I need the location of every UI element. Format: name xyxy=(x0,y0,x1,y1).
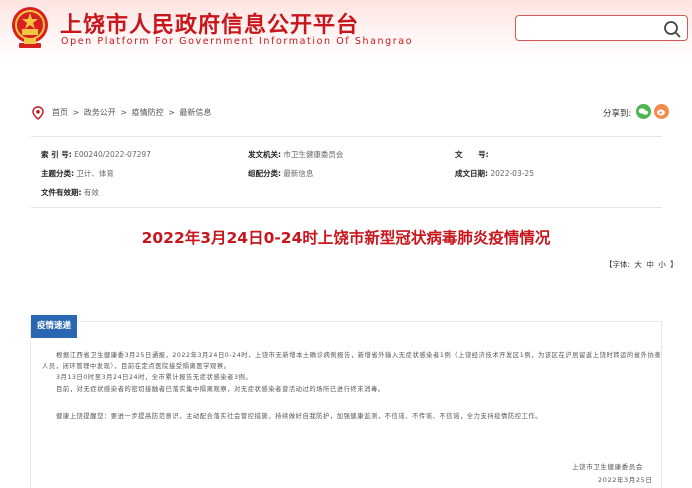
document-meta-table: 索 引 号: E00240/2022-07297 发文机关: 市卫生健康委员会 … xyxy=(31,136,662,208)
meta-category: 组配分类: 最新信息 xyxy=(248,169,314,178)
article-date: 2022年3月25日 xyxy=(598,476,653,484)
breadcrumb-epidemic[interactable]: 疫情防控 xyxy=(132,108,164,117)
article-content xyxy=(30,321,662,488)
article-signature: 上饶市卫生健康委员会 xyxy=(572,463,643,471)
breadcrumb-bar: 首页 > 政务公开 > 疫情防控 > 最新信息 分享到: xyxy=(4,96,688,132)
meta-validity: 文件有效期: 有效 xyxy=(41,188,99,197)
site-header: 上饶市人民政府信息公开平台 Open Platform For Governme… xyxy=(0,0,692,64)
font-size-switcher: 【字体: 大 中 小 】 xyxy=(604,259,679,270)
article-title: 2022年3月24日0-24时上饶市新型冠状病毒肺炎疫情情况 xyxy=(141,229,551,247)
font-size-medium-button[interactable]: 中 xyxy=(646,260,654,269)
national-emblem-icon xyxy=(12,7,48,48)
font-size-end: 】 xyxy=(670,260,678,269)
breadcrumb-separator: > xyxy=(168,108,175,117)
search-input[interactable] xyxy=(515,15,688,41)
breadcrumb: 首页 > 政务公开 > 疫情防控 > 最新信息 xyxy=(52,107,213,118)
location-pin-icon xyxy=(32,106,44,120)
article-paragraph: 目前，对无症状感染者的密切接触者已落实集中隔离观察，对无症状感染者曾活动过的场所… xyxy=(56,386,385,393)
breadcrumb-gov-affairs[interactable]: 政务公开 xyxy=(84,108,116,117)
meta-issuer: 发文机关: 市卫生健康委员会 xyxy=(248,150,344,159)
meta-index-no: 索 引 号: E00240/2022-07297 xyxy=(41,150,151,159)
search-icon[interactable] xyxy=(663,20,681,38)
font-size-large-button[interactable]: 大 xyxy=(634,260,642,269)
meta-created-date: 成文日期: 2022-03-25 xyxy=(455,169,534,178)
breadcrumb-separator: > xyxy=(120,108,128,117)
breadcrumb-latest[interactable]: 最新信息 xyxy=(179,108,211,117)
article-paragraph: 健康上饶提醒您：要进一步提高防范意识，主动配合落实社会管控措施，持续做好自我防护… xyxy=(56,413,543,420)
section-tab: 疫情速递 xyxy=(31,315,77,338)
font-size-small-button[interactable]: 小 xyxy=(658,260,666,269)
share-label: 分享到: xyxy=(603,109,632,119)
meta-topic: 主题分类: 卫计、体育 xyxy=(41,169,114,178)
wechat-icon[interactable] xyxy=(636,104,651,119)
font-size-label: 【字体: xyxy=(605,260,631,269)
site-title[interactable]: 上饶市人民政府信息公开平台 xyxy=(60,7,359,39)
meta-doc-no: 文 号: xyxy=(455,150,489,159)
article-paragraph: 3月13日0时至3月24日24时，全市累计报告无症状感染者3例。 xyxy=(56,374,253,381)
breadcrumb-separator: > xyxy=(72,108,80,117)
breadcrumb-home[interactable]: 首页 xyxy=(52,108,68,117)
article-paragraph: 根据江西省卫生健康委3月25日通报，2022年3月24日0-24时，上饶市无新增… xyxy=(42,352,662,371)
weibo-icon[interactable] xyxy=(654,104,669,119)
site-subtitle: Open Platform For Government Information… xyxy=(61,36,414,47)
